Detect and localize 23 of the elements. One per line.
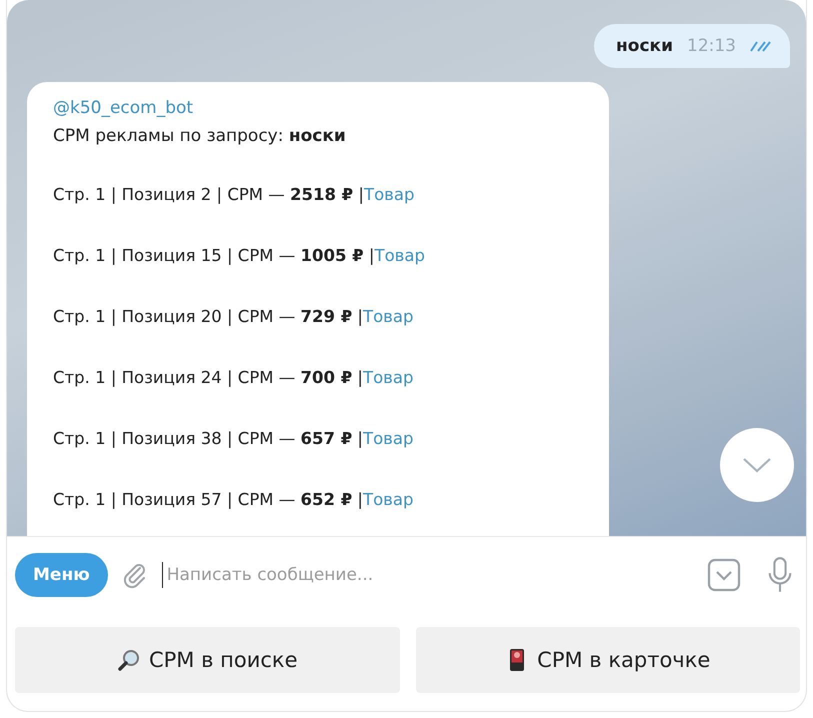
result-line: Стр. 1 | Позиция 38 | CPM — 657 ₽ | xyxy=(53,429,363,448)
menu-button[interactable]: Меню xyxy=(15,553,108,597)
chevron-down-icon xyxy=(742,456,772,474)
result-line: Стр. 1 | Позиция 15 | CPM — 1005 ₽ | xyxy=(53,246,374,265)
message-text: носки xyxy=(616,36,673,56)
keyboard-toggle-icon[interactable] xyxy=(706,557,742,593)
keyboard-button[interactable]: CPM в поиске xyxy=(15,627,400,693)
result-line: Стр. 1 | Позиция 2 | CPM — 2518 ₽ | xyxy=(53,185,364,204)
product-link[interactable]: Товар xyxy=(363,490,414,509)
product-link[interactable]: Товар xyxy=(363,307,414,326)
result-line: Стр. 1 | Позиция 20 | CPM — 729 ₽ | xyxy=(53,307,363,326)
result-line: Стр. 1 | Позиция 57 | CPM — 652 ₽ | xyxy=(53,490,363,509)
microphone-icon[interactable] xyxy=(766,556,794,594)
product-link[interactable]: Товар xyxy=(374,246,425,265)
message-time: 12:13 xyxy=(687,36,736,56)
magnifier-icon xyxy=(116,648,141,672)
message-heading: CPM рекламы по запросу: носки xyxy=(53,126,346,146)
product-link[interactable]: Товар xyxy=(363,368,414,387)
product-link[interactable]: Товар xyxy=(364,185,414,204)
keyboard-button[interactable]: CPM в карточке xyxy=(416,627,800,693)
result-line: Стр. 1 | Позиция 24 | CPM — 700 ₽ | xyxy=(53,368,363,387)
bot-username-link[interactable]: @k50_ecom_bot xyxy=(53,98,194,118)
product-link[interactable]: Товар xyxy=(363,429,414,448)
